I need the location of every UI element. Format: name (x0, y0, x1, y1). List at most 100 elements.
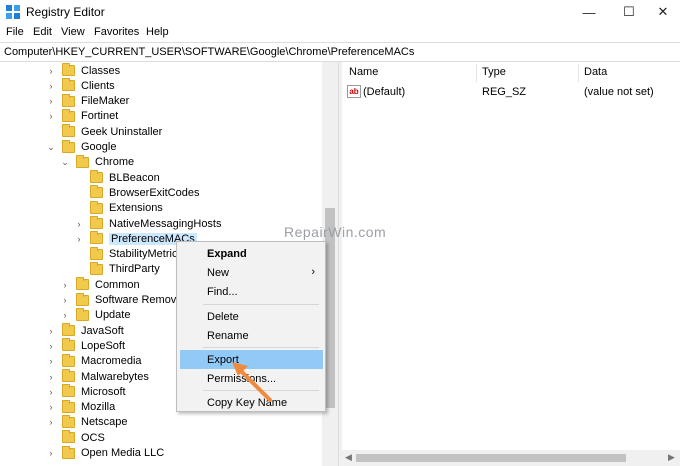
scroll-left-icon[interactable]: ◀ (345, 452, 352, 463)
tree-item[interactable]: › Malwarebytes (46, 369, 149, 384)
menu-help[interactable]: Help (146, 26, 169, 38)
tree-item[interactable]: BLBeacon (74, 170, 160, 185)
tree-item[interactable]: › Classes (46, 63, 120, 78)
value-row[interactable]: ab (Default) REG_SZ (value not set) (342, 84, 680, 100)
column-name-header[interactable]: Name (349, 66, 378, 78)
menu-item-rename[interactable]: Rename (180, 326, 323, 345)
tree-item-label: Malwarebytes (81, 370, 149, 383)
tree-item[interactable]: › Netscape (46, 414, 127, 430)
tree-item-label: NativeMessagingHosts (109, 217, 222, 230)
expand-chevron-icon[interactable]: › (46, 356, 56, 366)
address-path[interactable]: Computer\HKEY_CURRENT_USER\SOFTWARE\Goog… (4, 46, 414, 58)
expand-chevron-icon (46, 127, 56, 137)
tree-item[interactable]: Extensions (74, 200, 163, 216)
folder-icon (62, 124, 75, 138)
folder-icon (62, 338, 75, 352)
tree-item-label: OCS (81, 431, 105, 444)
expand-chevron-icon[interactable]: › (46, 417, 56, 427)
values-scroll-thumb[interactable] (356, 454, 626, 462)
menu-bar: File Edit View Favorites Help (0, 24, 680, 42)
expand-chevron-icon[interactable]: › (74, 219, 84, 229)
value-type: REG_SZ (482, 86, 527, 98)
tree-item[interactable]: › Update (60, 307, 131, 323)
tree-item[interactable]: › Common (60, 277, 140, 292)
tree-item[interactable]: ⌄ Google (46, 139, 116, 155)
expand-chevron-icon[interactable]: › (46, 448, 56, 458)
tree-item[interactable]: › LopeSoft (46, 338, 125, 353)
tree-item[interactable]: › NativeMessagingHosts (74, 216, 222, 231)
expand-chevron-icon[interactable]: › (46, 341, 56, 351)
expand-chevron-icon (74, 188, 84, 198)
tree-item[interactable]: BrowserExitCodes (74, 185, 199, 200)
expand-chevron-icon[interactable]: › (46, 66, 56, 76)
expand-chevron-icon[interactable]: › (60, 295, 70, 305)
menu-file[interactable]: File (6, 26, 24, 38)
column-data-header[interactable]: Data (584, 66, 607, 78)
tree-item[interactable]: ⌄ Chrome (60, 154, 134, 170)
folder-icon (62, 63, 75, 76)
tree-item[interactable]: › Microsoft (46, 384, 126, 399)
tree-item[interactable]: › Clients (46, 78, 115, 93)
address-bar[interactable]: Computer\HKEY_CURRENT_USER\SOFTWARE\Goog… (0, 42, 680, 62)
tree-item[interactable]: ThirdParty (74, 261, 160, 277)
tree-item[interactable]: StabilityMetrics (74, 246, 183, 262)
expand-chevron-icon[interactable]: › (46, 326, 56, 336)
column-divider[interactable] (476, 64, 477, 82)
tree-item-label: ThirdParty (109, 263, 160, 276)
tree-item[interactable]: › Open Media LLC (46, 445, 164, 461)
tree-item-label: LopeSoft (81, 339, 126, 352)
tree-item-label: Classes (81, 64, 121, 77)
tree-item-label: Update (95, 309, 131, 322)
watermark: RepairWin.com (284, 224, 387, 240)
tree-item-label: BrowserExitCodes (109, 186, 200, 199)
menu-item-new[interactable]: New › (180, 263, 323, 282)
tree-item[interactable]: › Software Removal T (60, 292, 194, 308)
menu-item-delete[interactable]: Delete (180, 307, 323, 326)
collapse-chevron-icon[interactable]: ⌄ (46, 142, 56, 152)
tree-item[interactable]: › JavaSoft (46, 323, 124, 338)
close-button[interactable]: ✕ (640, 0, 680, 24)
scroll-right-icon[interactable]: ▶ (668, 452, 675, 463)
tree-item[interactable]: › Fortinet (46, 108, 118, 124)
expand-chevron-icon[interactable]: › (46, 402, 56, 412)
value-name: (Default) (363, 86, 406, 98)
menu-item-expand[interactable]: Expand (180, 244, 323, 263)
menu-view[interactable]: View (61, 26, 85, 38)
expand-chevron-icon[interactable]: › (60, 310, 70, 320)
registry-editor-icon (6, 5, 20, 19)
folder-icon (62, 384, 75, 398)
folder-icon (62, 353, 75, 367)
expand-chevron-icon[interactable]: › (46, 81, 56, 91)
expand-chevron-icon (74, 203, 84, 213)
expand-chevron-icon[interactable]: › (46, 96, 56, 106)
column-type-header[interactable]: Type (482, 66, 506, 78)
expand-chevron-icon[interactable]: › (46, 111, 56, 121)
tree-item-label: Mozilla (81, 401, 116, 414)
menu-favorites[interactable]: Favorites (94, 26, 139, 38)
submenu-arrow-icon: › (311, 266, 315, 278)
folder-icon (62, 93, 75, 107)
menu-item-find[interactable]: Find... (180, 282, 323, 301)
expand-chevron-icon[interactable]: › (60, 280, 70, 290)
folder-icon (62, 445, 75, 459)
column-divider[interactable] (578, 64, 579, 82)
values-horizontal-scrollbar[interactable]: ◀ ▶ (342, 450, 680, 466)
expand-chevron-icon[interactable]: › (74, 234, 84, 244)
tree-item[interactable]: › Macromedia (46, 353, 142, 369)
tree-item[interactable]: › Mozilla (46, 399, 116, 415)
annotation-arrow-icon (232, 362, 272, 402)
value-data: (value not set) (584, 86, 654, 98)
tree-item[interactable]: OCS (46, 430, 105, 445)
expand-chevron-icon[interactable]: › (46, 372, 56, 382)
folder-icon (76, 307, 89, 321)
expand-chevron-icon (74, 264, 84, 274)
folder-icon (76, 154, 89, 168)
folder-icon (90, 231, 103, 245)
folder-icon (62, 323, 75, 337)
folder-icon (76, 277, 89, 291)
menu-edit[interactable]: Edit (33, 26, 52, 38)
collapse-chevron-icon[interactable]: ⌄ (60, 157, 70, 167)
expand-chevron-icon[interactable]: › (46, 387, 56, 397)
tree-item[interactable]: Geek Uninstaller (46, 124, 162, 139)
tree-item[interactable]: › FileMaker (46, 93, 129, 109)
